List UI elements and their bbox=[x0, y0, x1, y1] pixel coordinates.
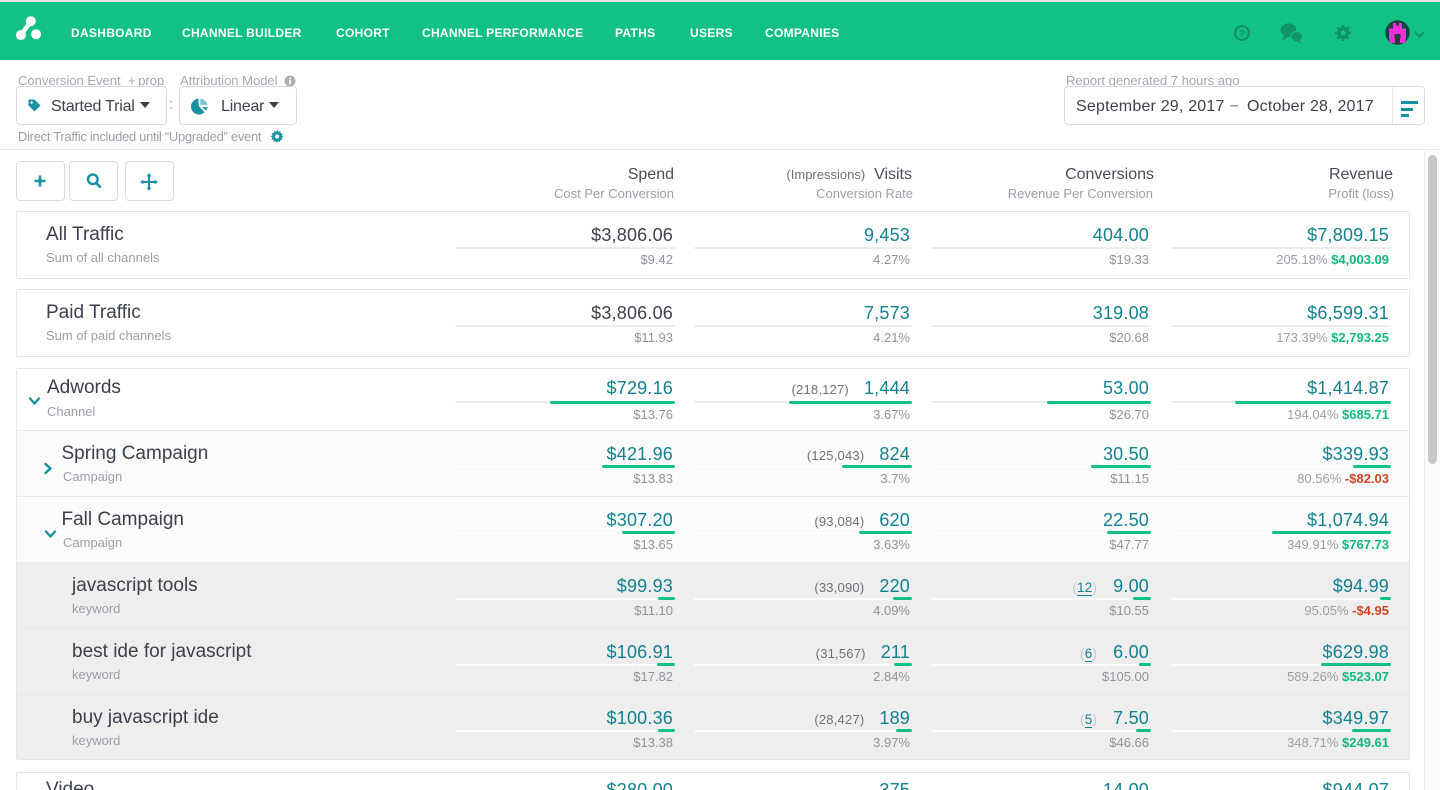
svg-text:?: ? bbox=[1239, 28, 1245, 40]
